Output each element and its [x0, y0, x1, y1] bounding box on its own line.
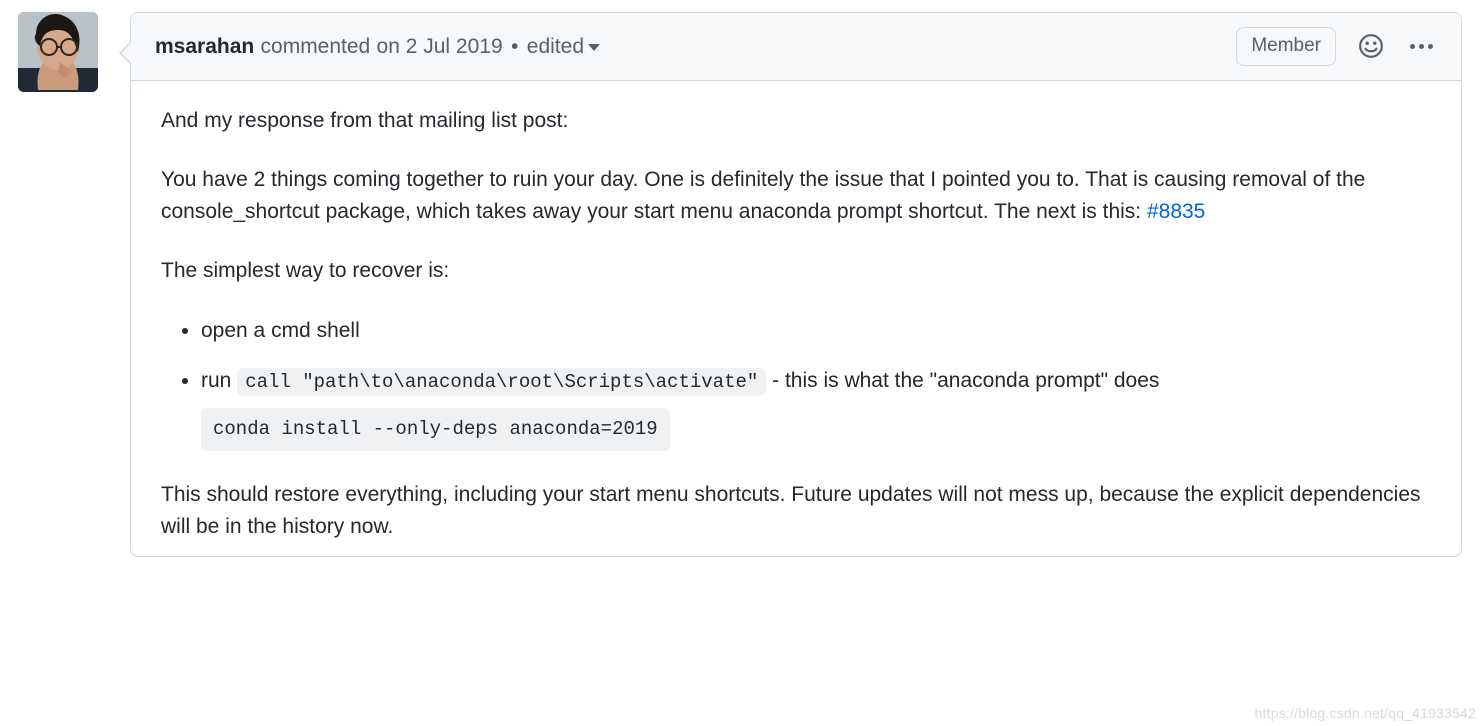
inline-code: call "path\to\anaconda\root\Scripts\acti… — [237, 368, 766, 396]
paragraph: You have 2 things coming together to rui… — [161, 164, 1431, 227]
separator-dot: • — [509, 31, 521, 63]
chevron-down-icon — [588, 44, 600, 51]
add-reaction-button[interactable] — [1354, 29, 1388, 63]
avatar[interactable] — [18, 12, 98, 92]
member-badge: Member — [1236, 27, 1336, 66]
steps-list: open a cmd shell run call "path\to\anaco… — [161, 315, 1431, 452]
kebab-icon — [1410, 44, 1415, 49]
comment-header: msarahan commented on 2 Jul 2019 • edite… — [131, 13, 1461, 81]
text: - this is what the "anaconda prompt" doe… — [766, 369, 1159, 392]
watermark: https://blog.csdn.net/qq_41933542 — [1255, 703, 1476, 724]
issue-link[interactable]: #8835 — [1147, 200, 1205, 223]
code-block: conda install --only-deps anaconda=2019 — [201, 408, 670, 451]
list-item: open a cmd shell — [201, 315, 1431, 348]
comment-body: And my response from that mailing list p… — [131, 81, 1461, 557]
timestamp-link[interactable]: on 2 Jul 2019 — [377, 31, 503, 63]
edited-label: edited — [527, 31, 584, 63]
smiley-icon — [1358, 33, 1384, 59]
paragraph: This should restore everything, includin… — [161, 479, 1431, 542]
list-item: run call "path\to\anaconda\root\Scripts\… — [201, 365, 1431, 451]
edited-dropdown[interactable]: edited — [527, 31, 600, 63]
more-actions-button[interactable] — [1406, 40, 1437, 53]
text: run — [201, 369, 237, 392]
comment-timeline-item: msarahan commented on 2 Jul 2019 • edite… — [0, 0, 1480, 557]
commented-label: commented — [261, 31, 371, 63]
author-link[interactable]: msarahan — [155, 31, 254, 63]
comment-container: msarahan commented on 2 Jul 2019 • edite… — [130, 12, 1462, 557]
paragraph: And my response from that mailing list p… — [161, 105, 1431, 137]
paragraph: The simplest way to recover is: — [161, 255, 1431, 287]
